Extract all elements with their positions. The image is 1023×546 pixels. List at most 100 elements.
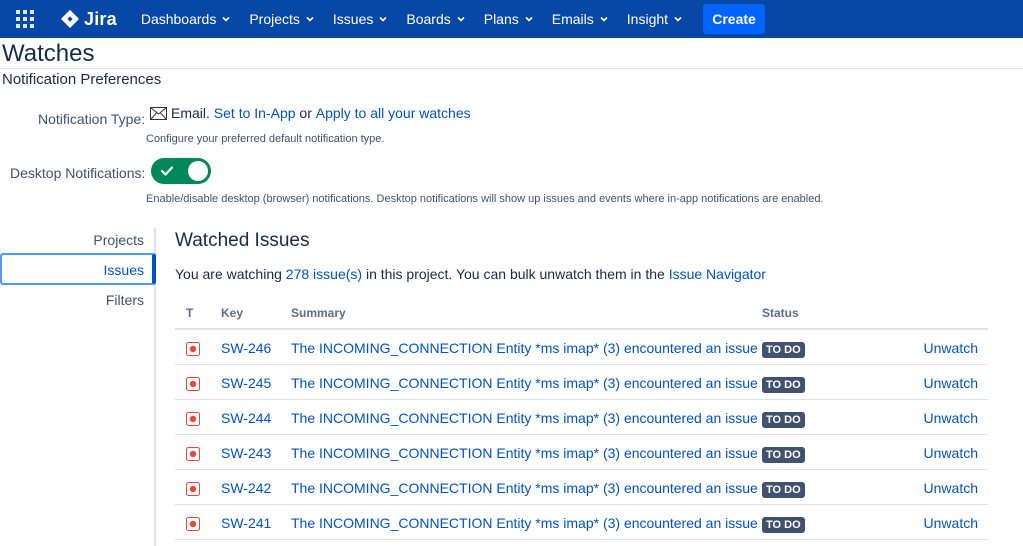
issue-summary-link[interactable]: The INCOMING_CONNECTION Entity *ms imap*… <box>291 445 758 461</box>
bug-icon <box>186 412 200 426</box>
nav-plans[interactable]: Plans <box>484 0 544 38</box>
column-status[interactable]: Status <box>762 306 799 320</box>
issue-key-link[interactable]: SW-241 <box>221 515 271 531</box>
toggle-knob <box>188 161 208 181</box>
nav-emails[interactable]: Emails <box>552 0 619 38</box>
table-row: SW-246 The INCOMING_CONNECTION Entity *m… <box>175 330 988 365</box>
header-divider <box>0 68 1023 69</box>
unwatch-link[interactable]: Unwatch <box>924 445 978 461</box>
status-badge: TO DO <box>762 447 805 463</box>
issue-summary-link[interactable]: The INCOMING_CONNECTION Entity *ms imap*… <box>291 375 758 391</box>
status-badge: TO DO <box>762 517 805 533</box>
status-badge: TO DO <box>762 412 805 428</box>
chevron-down-icon <box>222 16 230 22</box>
issue-summary-link[interactable]: The INCOMING_CONNECTION Entity *ms imap*… <box>291 515 758 531</box>
watched-issues-heading: Watched Issues <box>175 230 310 251</box>
notification-type-label: Notification Type: <box>38 111 146 127</box>
watched-issue-count-link[interactable]: 278 issue(s) <box>286 266 362 282</box>
status-cell: TO DO <box>762 375 805 393</box>
column-type[interactable]: T <box>186 306 193 320</box>
side-menu-projects[interactable]: Projects <box>93 232 144 248</box>
issue-key-link[interactable]: SW-244 <box>221 410 271 426</box>
notification-type-hint: Configure your preferred default notific… <box>146 133 385 145</box>
nav-issues[interactable]: Issues <box>333 0 398 38</box>
chevron-down-icon <box>457 16 465 22</box>
nav-label: Plans <box>483 11 519 27</box>
nav-label: Emails <box>551 11 594 27</box>
notification-preferences-heading: Notification Preferences <box>2 71 162 88</box>
status-badge: TO DO <box>762 482 805 498</box>
desktop-notifications-label: Desktop Notifications: <box>10 165 146 181</box>
issue-summary-link[interactable]: The INCOMING_CONNECTION Entity *ms imap*… <box>291 410 758 426</box>
issue-type <box>186 412 200 426</box>
column-summary[interactable]: Summary <box>291 306 346 320</box>
create-button[interactable]: Create <box>703 4 766 34</box>
issue-type <box>186 482 200 496</box>
status-badge: TO DO <box>762 342 805 358</box>
watched-issues-table: T Key Summary Status SW-246 The INCOMING… <box>175 296 988 540</box>
status-cell: TO DO <box>762 515 805 533</box>
page-title: Watches <box>2 40 95 67</box>
table-header: T Key Summary Status <box>175 296 988 330</box>
bug-icon <box>186 517 200 531</box>
issue-navigator-link[interactable]: Issue Navigator <box>669 266 766 282</box>
bug-icon <box>186 482 200 496</box>
app-switcher-icon[interactable] <box>16 10 34 28</box>
notification-type-value: Email. Set to In-App or Apply to all you… <box>150 105 471 121</box>
bug-icon <box>186 342 200 356</box>
issue-type <box>186 517 200 531</box>
current-notification-type: Email. <box>171 105 210 121</box>
table-row: SW-245 The INCOMING_CONNECTION Entity *m… <box>175 365 988 400</box>
issue-type <box>186 342 200 356</box>
chevron-down-icon <box>674 16 682 22</box>
or-text: or <box>299 105 312 121</box>
status-cell: TO DO <box>762 480 805 498</box>
status-cell: TO DO <box>762 410 805 428</box>
issue-key-link[interactable]: SW-243 <box>221 445 271 461</box>
issue-key-link[interactable]: SW-245 <box>221 375 271 391</box>
status-cell: TO DO <box>762 340 805 358</box>
side-menu-filters[interactable]: Filters <box>106 292 144 308</box>
nav-insight[interactable]: Insight <box>627 0 693 38</box>
watching-text-before: You are watching <box>175 266 282 282</box>
issue-summary-link[interactable]: The INCOMING_CONNECTION Entity *ms imap*… <box>291 480 758 496</box>
check-icon <box>160 166 174 176</box>
unwatch-link[interactable]: Unwatch <box>924 410 978 426</box>
set-to-in-app-link[interactable]: Set to In-App <box>214 105 296 121</box>
brand-name: Jira <box>84 8 117 29</box>
chevron-down-icon <box>525 16 533 22</box>
issue-summary-link[interactable]: The INCOMING_CONNECTION Entity *ms imap*… <box>291 340 758 356</box>
issue-key-link[interactable]: SW-242 <box>221 480 271 496</box>
nav-menu: Dashboards Projects Issues Boards Plans … <box>141 0 766 38</box>
bug-icon <box>186 447 200 461</box>
chevron-down-icon <box>306 16 314 22</box>
desktop-notifications-hint: Enable/disable desktop (browser) notific… <box>146 193 824 205</box>
nav-label: Issues <box>332 11 374 27</box>
column-key[interactable]: Key <box>221 306 243 320</box>
jira-logo[interactable]: Jira <box>60 9 117 30</box>
issue-key-link[interactable]: SW-246 <box>221 340 271 356</box>
apply-to-all-watches-link[interactable]: Apply to all your watches <box>316 105 471 121</box>
top-navigation: Jira Dashboards Projects Issues Boards P… <box>0 0 1023 38</box>
status-badge: TO DO <box>762 377 805 393</box>
chevron-down-icon <box>600 16 608 22</box>
nav-label: Insight <box>626 11 669 27</box>
unwatch-link[interactable]: Unwatch <box>924 375 978 391</box>
table-row: SW-243 The INCOMING_CONNECTION Entity *m… <box>175 435 988 470</box>
unwatch-link[interactable]: Unwatch <box>924 340 978 356</box>
unwatch-link[interactable]: Unwatch <box>924 480 978 496</box>
unwatch-link[interactable]: Unwatch <box>924 515 978 531</box>
nav-label: Projects <box>249 11 300 27</box>
nav-boards[interactable]: Boards <box>406 0 475 38</box>
table-row: SW-241 The INCOMING_CONNECTION Entity *m… <box>175 505 988 540</box>
nav-projects[interactable]: Projects <box>249 0 325 38</box>
bug-icon <box>186 377 200 391</box>
table-row: SW-242 The INCOMING_CONNECTION Entity *m… <box>175 470 988 505</box>
nav-dashboards[interactable]: Dashboards <box>141 0 242 38</box>
envelope-icon <box>150 106 167 120</box>
nav-label: Boards <box>406 11 451 27</box>
side-menu-issues[interactable]: Issues <box>104 262 144 278</box>
issue-type <box>186 377 200 391</box>
jira-logo-icon <box>61 9 79 28</box>
desktop-notifications-toggle[interactable] <box>151 158 211 184</box>
